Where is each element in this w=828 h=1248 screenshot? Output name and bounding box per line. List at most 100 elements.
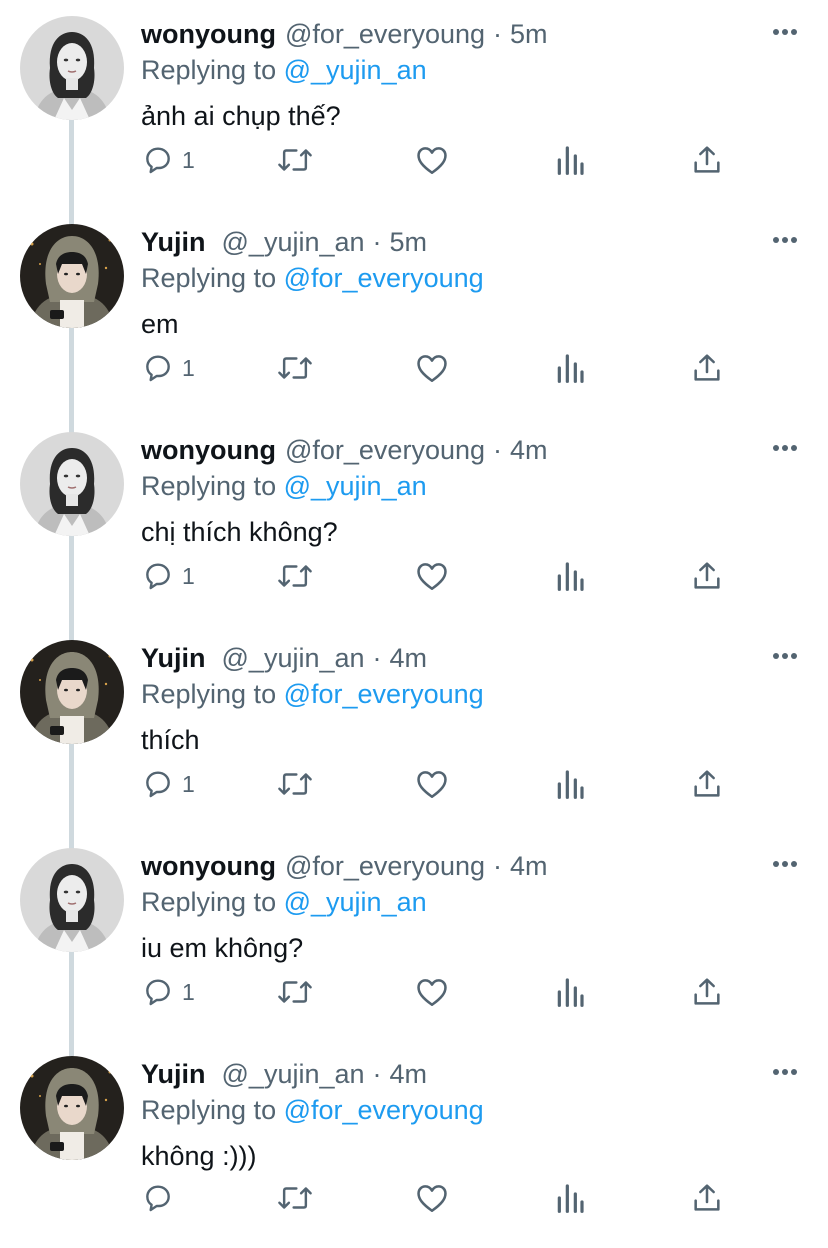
retweet-button[interactable]	[276, 1178, 314, 1218]
tweet[interactable]: Yujin @_yujin_an · 4m Replying to @for_e…	[0, 624, 828, 832]
reply-button[interactable]: 1	[142, 764, 195, 804]
avatar[interactable]	[20, 16, 124, 120]
retweet-button[interactable]	[276, 140, 314, 180]
like-button[interactable]	[415, 140, 449, 180]
avatar[interactable]	[20, 432, 124, 536]
share-button[interactable]	[691, 140, 723, 180]
avatar[interactable]	[20, 224, 124, 328]
retweet-button[interactable]	[276, 764, 314, 804]
timestamp[interactable]: 4m	[390, 1056, 428, 1092]
mention-link[interactable]: @for_everyoung	[284, 1095, 484, 1125]
replying-to: Replying to @for_everyoung	[141, 260, 484, 296]
share-button[interactable]	[691, 348, 723, 388]
share-button[interactable]	[691, 764, 723, 804]
tweet-text: em	[141, 309, 179, 339]
mention-link[interactable]: @_yujin_an	[284, 887, 427, 917]
more-options-icon[interactable]	[772, 236, 798, 244]
timestamp[interactable]: 4m	[510, 432, 548, 468]
retweet-button[interactable]	[276, 556, 314, 596]
wonyoung-avatar	[20, 848, 124, 952]
tweet[interactable]: wonyoung @for_everyoung · 4m Replying to…	[0, 832, 828, 1040]
more-options-icon[interactable]	[772, 444, 798, 452]
reply-count: 1	[182, 147, 195, 173]
reply-button[interactable]: 1	[142, 140, 195, 180]
display-name[interactable]: wonyoung	[141, 848, 276, 884]
replying-to-label: Replying to	[141, 471, 277, 501]
more-options-icon[interactable]	[772, 1068, 798, 1076]
like-icon	[415, 976, 449, 1008]
reply-button[interactable]: 1	[142, 972, 195, 1012]
like-icon	[415, 352, 449, 384]
views-icon	[555, 560, 585, 592]
tweet-header: Yujin @_yujin_an · 5m	[141, 224, 427, 260]
views-button[interactable]	[555, 1178, 585, 1218]
mention-link[interactable]: @_yujin_an	[284, 471, 427, 501]
reply-icon	[142, 1182, 174, 1214]
reply-icon	[142, 768, 174, 800]
retweet-button[interactable]	[276, 972, 314, 1012]
user-handle[interactable]: @for_everyoung	[285, 848, 485, 884]
tweet[interactable]: Yujin @_yujin_an · 5m Replying to @for_e…	[0, 208, 828, 416]
tweet-header: wonyoung @for_everyoung · 4m	[141, 848, 548, 884]
yujin-avatar	[20, 224, 124, 328]
user-handle[interactable]: @_yujin_an	[222, 1056, 365, 1092]
views-button[interactable]	[555, 348, 585, 388]
user-handle[interactable]: @for_everyoung	[285, 432, 485, 468]
more-options-icon[interactable]	[772, 860, 798, 868]
avatar[interactable]	[20, 848, 124, 952]
share-button[interactable]	[691, 1178, 723, 1218]
timestamp[interactable]: 4m	[510, 848, 548, 884]
tweet[interactable]: Yujin @_yujin_an · 4m Replying to @for_e…	[0, 1040, 828, 1248]
user-handle[interactable]: @_yujin_an	[222, 640, 365, 676]
tweet-text: không :)))	[141, 1141, 257, 1171]
retweet-button[interactable]	[276, 348, 314, 388]
views-icon	[555, 976, 585, 1008]
display-name[interactable]: Yujin	[141, 1056, 206, 1092]
mention-link[interactable]: @_yujin_an	[284, 55, 427, 85]
tweet-actions: 1	[0, 556, 828, 596]
more-options-icon[interactable]	[772, 28, 798, 36]
display-name[interactable]: Yujin	[141, 224, 206, 260]
more-options-icon[interactable]	[772, 652, 798, 660]
reply-icon	[142, 352, 174, 384]
mention-link[interactable]: @for_everyoung	[284, 679, 484, 709]
tweet-header: wonyoung @for_everyoung · 5m	[141, 16, 548, 52]
timestamp[interactable]: 4m	[390, 640, 428, 676]
replying-to: Replying to @for_everyoung	[141, 676, 484, 712]
views-button[interactable]	[555, 556, 585, 596]
views-button[interactable]	[555, 764, 585, 804]
reply-count: 1	[182, 771, 195, 797]
reply-button[interactable]: 1	[142, 348, 195, 388]
mention-link[interactable]: @for_everyoung	[284, 263, 484, 293]
user-handle[interactable]: @for_everyoung	[285, 16, 485, 52]
tweet[interactable]: wonyoung @for_everyoung · 5m Replying to…	[0, 0, 828, 208]
reply-button[interactable]	[142, 1178, 182, 1218]
timestamp[interactable]: 5m	[390, 224, 428, 260]
timestamp[interactable]: 5m	[510, 16, 548, 52]
like-button[interactable]	[415, 348, 449, 388]
like-icon	[415, 768, 449, 800]
share-button[interactable]	[691, 972, 723, 1012]
display-name[interactable]: wonyoung	[141, 432, 276, 468]
reply-count: 1	[182, 355, 195, 381]
views-button[interactable]	[555, 140, 585, 180]
like-button[interactable]	[415, 764, 449, 804]
avatar[interactable]	[20, 1056, 124, 1160]
tweet-text: iu em không?	[141, 933, 304, 963]
tweet-header: Yujin @_yujin_an · 4m	[141, 1056, 427, 1092]
retweet-icon	[276, 1181, 314, 1215]
tweet[interactable]: wonyoung @for_everyoung · 4m Replying to…	[0, 416, 828, 624]
like-button[interactable]	[415, 1178, 449, 1218]
user-handle[interactable]: @_yujin_an	[222, 224, 365, 260]
views-button[interactable]	[555, 972, 585, 1012]
display-name[interactable]: Yujin	[141, 640, 206, 676]
separator-dot: ·	[493, 435, 503, 465]
like-button[interactable]	[415, 556, 449, 596]
avatar[interactable]	[20, 640, 124, 744]
like-button[interactable]	[415, 972, 449, 1012]
display-name[interactable]: wonyoung	[141, 16, 276, 52]
reply-icon	[142, 560, 174, 592]
separator-dot: ·	[493, 19, 503, 49]
reply-button[interactable]: 1	[142, 556, 195, 596]
share-button[interactable]	[691, 556, 723, 596]
